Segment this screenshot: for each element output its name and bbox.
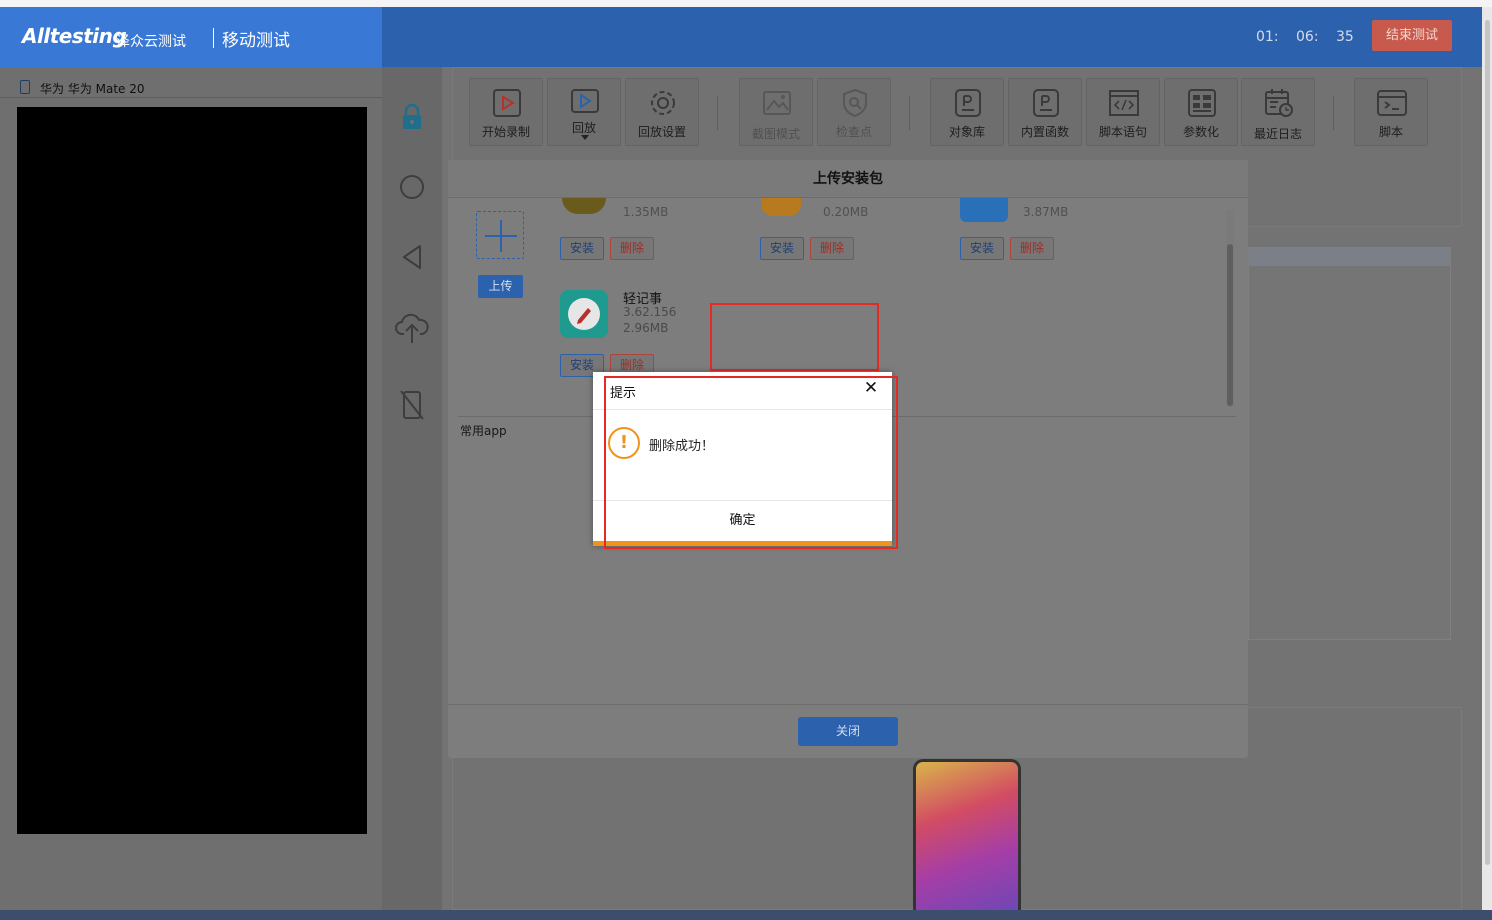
dialog-footer-divider [448,704,1248,705]
app-icon [960,198,1008,222]
app-icon [560,290,608,338]
module-title: 移动测试 [222,31,290,51]
close-dialog-button[interactable]: 关闭 [798,717,898,746]
install-button[interactable]: 安装 [960,237,1004,260]
logo-area: Alltesting 泽众云测试 移动测试 [0,7,382,67]
logo-divider [213,28,214,48]
caret-down-icon [581,135,589,140]
end-test-button[interactable]: 结束测试 [1372,20,1452,51]
gear-icon [651,91,675,115]
cloud-upload-icon[interactable] [394,310,430,346]
upload-button[interactable]: 上传 [478,275,523,298]
home-circle-icon[interactable] [394,169,430,205]
playback-settings-button[interactable]: 回放设置 [625,78,699,146]
confirm-button[interactable]: 确定 [593,501,892,541]
window-scrollbar-thumb[interactable] [1485,20,1490,865]
install-button[interactable]: 安装 [560,237,604,260]
app-icon [761,198,801,216]
background-panel-header [1249,248,1450,266]
taskbar-strip [0,910,1492,920]
add-package-box[interactable] [476,211,524,259]
app-size: 2.96MB [623,321,669,335]
parameterize-button[interactable]: 参数化 [1164,78,1238,146]
timer-hours: 01: [1256,29,1279,45]
object-library-icon [955,89,981,117]
common-apps-label: 常用app [460,424,507,438]
app-header: Alltesting 泽众云测试 移动测试 01: 06: 35 结束测试 [0,7,1482,67]
alert-title: 提示 [610,386,637,401]
close-icon[interactable]: ✕ [861,378,881,398]
script-statement-button[interactable]: 脚本语句 [1086,78,1160,146]
alert-dialog: 提示 ✕ ! 删除成功！ 确定 [593,372,892,546]
back-triangle-icon[interactable] [394,239,430,275]
app-size: 0.20MB [823,205,869,219]
disconnect-device-icon[interactable] [394,387,430,423]
device-bar: 华为 华为 Mate 20 [0,76,382,98]
install-button[interactable]: 安装 [760,237,804,260]
code-window-icon [1109,90,1139,116]
app-size: 3.87MB [1023,205,1069,219]
script-label: 脚本 [1378,125,1403,139]
recent-log-button[interactable]: 最近日志 [1241,78,1315,146]
brand-logo: Alltesting [22,24,127,48]
toolbar-divider [909,96,910,130]
warning-icon: ! [608,427,640,459]
playback-label: 回放 [571,121,596,135]
parameterize-label: 参数化 [1182,125,1219,139]
app-icon [562,198,606,214]
builtin-function-button[interactable]: 内置函数 [1008,78,1082,146]
calendar-clock-icon [1265,89,1293,117]
shield-search-icon [843,88,867,118]
timer-minutes: 06: [1296,29,1319,45]
list-scrollbar-thumb[interactable] [1227,244,1233,406]
function-icon [1033,89,1059,117]
device-name: 华为 华为 Mate 20 [40,82,145,96]
plus-icon [485,220,517,252]
builtin-function-label: 内置函数 [1020,125,1069,139]
script-button[interactable]: 脚本 [1354,78,1428,146]
phone-icon [20,80,30,94]
checkpoint-button[interactable]: 检查点 [817,78,891,146]
start-record-button[interactable]: 开始录制 [469,78,543,146]
checkpoint-label: 检查点 [835,125,872,139]
screenshot-mode-label: 截图模式 [751,127,800,141]
playback-settings-label: 回放设置 [637,125,686,139]
screenshot-mode-button[interactable]: 截图模式 [739,78,813,146]
toolbar-divider [717,96,718,130]
start-record-label: 开始录制 [481,125,530,139]
delete-button[interactable]: 删除 [1010,237,1054,260]
timer-seconds: 35 [1336,29,1354,45]
brand-name: 泽众云测试 [116,34,186,50]
playback-button[interactable]: 回放 [547,78,621,146]
pencil-icon [568,298,600,330]
delete-button[interactable]: 删除 [610,237,654,260]
upload-dialog-title: 上传安装包 [448,160,1248,198]
play-record-icon [493,89,521,117]
object-library-label: 对象库 [948,125,985,139]
script-statement-label: 脚本语句 [1098,125,1147,139]
window-top-edge [0,0,1492,7]
delete-button[interactable]: 删除 [810,237,854,260]
phone-preview-image [913,759,1021,911]
alert-message: 删除成功！ [649,439,715,454]
toolbar-divider [1333,96,1334,130]
device-tools [382,67,442,910]
object-library-button[interactable]: 对象库 [930,78,1004,146]
image-icon [763,91,791,115]
recent-log-label: 最近日志 [1253,127,1302,141]
app-size: 1.35MB [623,205,669,219]
device-screen[interactable] [17,107,367,834]
alert-bottom-accent [593,541,892,546]
terminal-icon [1377,90,1407,116]
device-panel: 华为 华为 Mate 20 [0,67,382,910]
lock-icon[interactable] [394,99,430,135]
playback-icon [571,89,599,113]
background-panel [1248,247,1451,640]
table-icon [1188,89,1216,117]
alert-header-divider [593,409,892,410]
app-version: 3.62.156 [623,305,677,319]
